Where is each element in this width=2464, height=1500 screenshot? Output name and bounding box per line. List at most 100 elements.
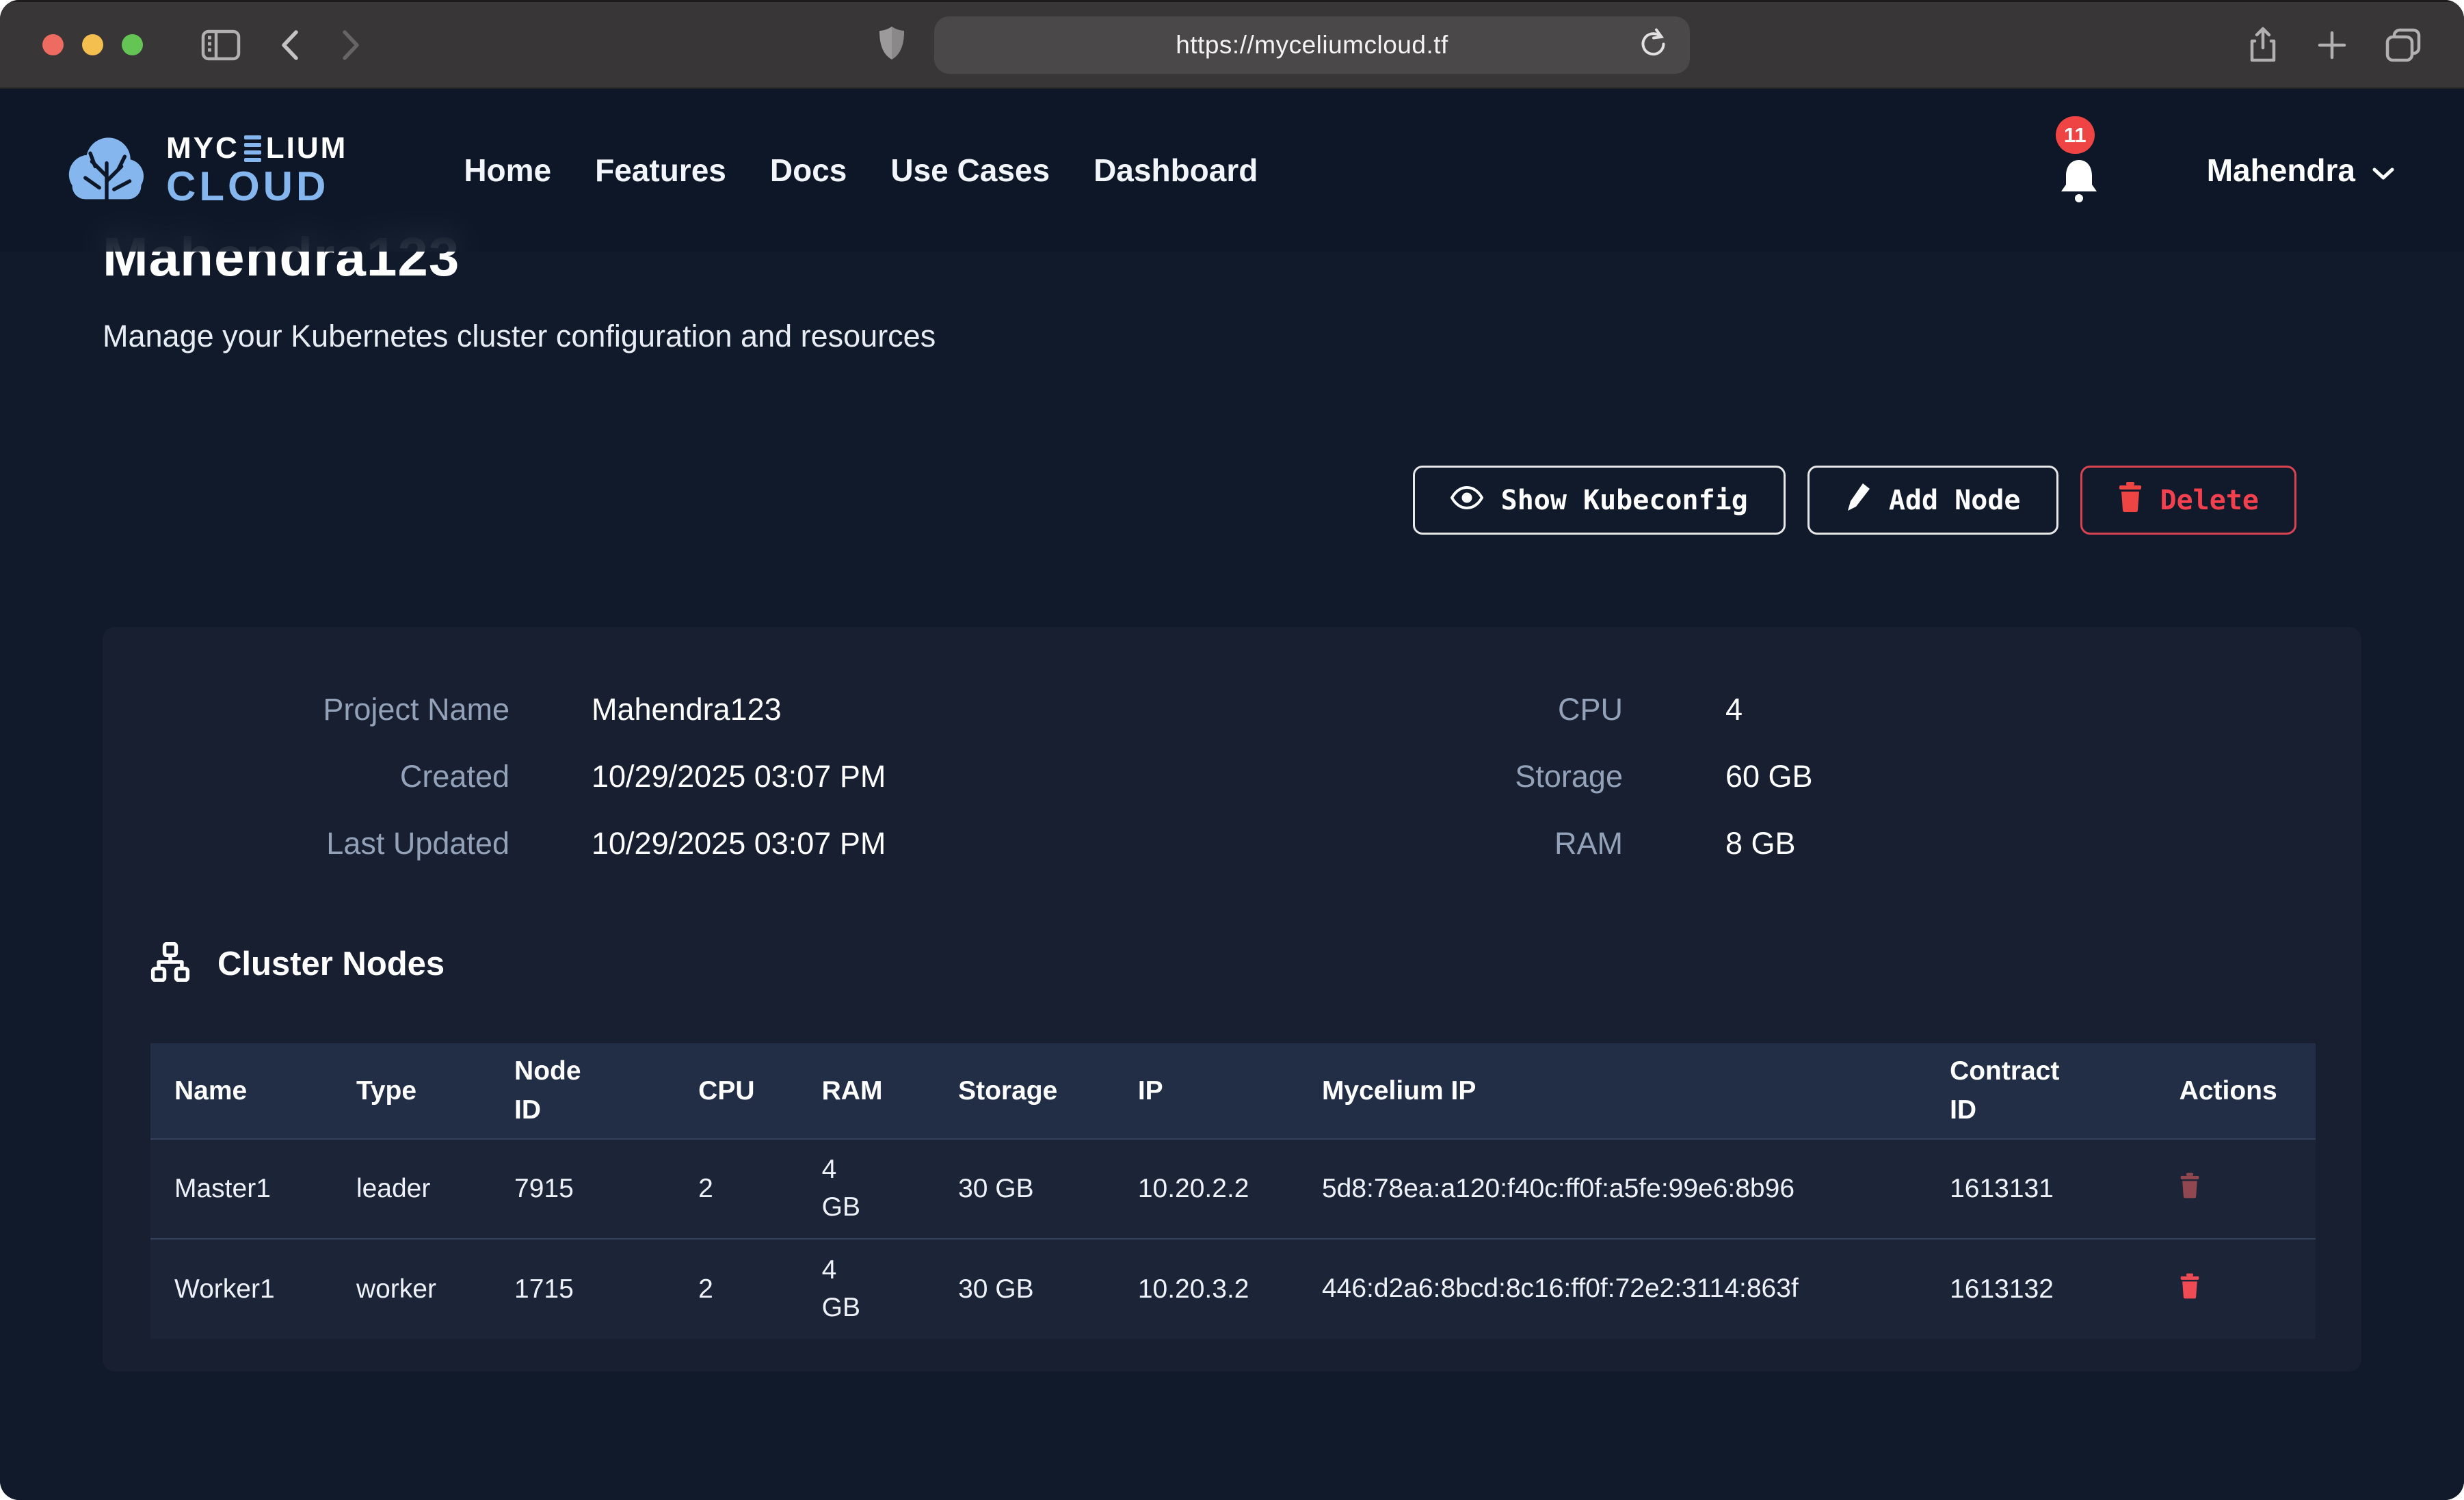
storage-value: 60 GB: [1725, 759, 1813, 794]
cluster-actions: Show Kubeconfig Add Node: [103, 466, 2296, 535]
node-storage: 30 GB: [934, 1239, 1114, 1339]
tab-overview-icon[interactable]: [2385, 27, 2422, 63]
table-row: Master1 leader 7915 2 4 GB 30 GB 10.20.2…: [150, 1139, 2316, 1239]
nav-link-use-cases[interactable]: Use Cases: [890, 152, 1050, 189]
minimize-window-button[interactable]: [82, 34, 103, 55]
delete-label: Delete: [2160, 485, 2260, 516]
info-row: Project Name Mahendra123: [150, 692, 1233, 727]
main-content: Mahendra123 Manage your Kubernetes clust…: [0, 89, 2464, 1371]
add-node-button[interactable]: Add Node: [1807, 466, 2058, 535]
col-storage: Storage: [934, 1043, 1114, 1139]
storage-label: Storage: [1233, 759, 1623, 794]
col-actions: Actions: [2156, 1043, 2316, 1139]
node-type: leader: [332, 1139, 490, 1239]
node-storage: 30 GB: [934, 1139, 1114, 1239]
stylized-e-icon: [244, 135, 261, 162]
ram-value: 8 GB: [1725, 826, 1796, 861]
nav-link-docs[interactable]: Docs: [770, 152, 847, 189]
col-type: Type: [332, 1043, 490, 1139]
node-contract-id: 1613131: [1926, 1139, 2156, 1239]
notifications-bell-icon[interactable]: 11: [2054, 146, 2104, 204]
show-kubeconfig-button[interactable]: Show Kubeconfig: [1413, 466, 1786, 535]
node-ram: 4 GB: [798, 1239, 934, 1339]
trash-icon: [2118, 482, 2143, 519]
col-mycelium-ip: Mycelium IP: [1298, 1043, 1926, 1139]
col-contract-id: Contract ID: [1926, 1043, 2156, 1139]
project-info: Project Name Mahendra123 Created 10/29/2…: [150, 692, 2316, 861]
brand-logo[interactable]: MYC LIUM CLOUD: [65, 132, 347, 209]
add-node-label: Add Node: [1889, 485, 2021, 516]
ram-label: RAM: [1233, 826, 1623, 861]
share-icon[interactable]: [2247, 26, 2279, 64]
project-name-label: Project Name: [150, 692, 509, 727]
info-row: Created 10/29/2025 03:07 PM: [150, 759, 1233, 794]
created-label: Created: [150, 759, 509, 794]
url-text: https://myceliumcloud.tf: [1176, 31, 1448, 59]
cluster-nodes-title: Cluster Nodes: [217, 945, 445, 983]
back-button[interactable]: [278, 28, 302, 62]
network-nodes-icon: [150, 942, 190, 985]
table-header-row: Name Type Node ID CPU RAM Storage IP Myc…: [150, 1043, 2316, 1139]
node-ram: 4 GB: [798, 1139, 934, 1239]
node-type: worker: [332, 1239, 490, 1339]
nav-link-home[interactable]: Home: [464, 152, 551, 189]
chevron-down-icon: [2372, 152, 2395, 189]
info-row: Last Updated 10/29/2025 03:07 PM: [150, 826, 1233, 861]
node-ip: 10.20.3.2: [1114, 1239, 1298, 1339]
cpu-label: CPU: [1233, 692, 1623, 727]
browser-window: https://myceliumcloud.tf: [0, 0, 2464, 1500]
node-ip: 10.20.2.2: [1114, 1139, 1298, 1239]
cluster-nodes-header: Cluster Nodes: [150, 942, 2316, 985]
node-contract-id: 1613132: [1926, 1239, 2156, 1339]
brand-wordmark: MYC LIUM CLOUD: [166, 133, 347, 207]
node-id: 7915: [490, 1139, 674, 1239]
nodes-table: Name Type Node ID CPU RAM Storage IP Myc…: [150, 1043, 2316, 1339]
delete-cluster-button[interactable]: Delete: [2080, 466, 2297, 535]
address-bar[interactable]: https://myceliumcloud.tf: [934, 16, 1690, 74]
table-row: Worker1 worker 1715 2 4 GB 30 GB 10.20.3…: [150, 1239, 2316, 1339]
nav-links: Home Features Docs Use Cases Dashboard: [464, 152, 1258, 189]
col-ram: RAM: [798, 1043, 934, 1139]
col-cpu: CPU: [674, 1043, 797, 1139]
privacy-shield-icon[interactable]: [878, 25, 905, 64]
col-node-id: Node ID: [490, 1043, 674, 1139]
nav-link-dashboard[interactable]: Dashboard: [1094, 152, 1258, 189]
zoom-window-button[interactable]: [122, 34, 143, 55]
eye-icon: [1450, 485, 1483, 516]
project-name-value: Mahendra123: [592, 692, 782, 727]
last-updated-value: 10/29/2025 03:07 PM: [592, 826, 886, 861]
cpu-value: 4: [1725, 692, 1743, 727]
info-row: CPU 4: [1233, 692, 2316, 727]
reload-icon[interactable]: [1634, 27, 1672, 63]
info-row: RAM 8 GB: [1233, 826, 2316, 861]
forward-button[interactable]: [339, 28, 362, 62]
page-viewport: Mahendra123 Manage your Kubernetes clust…: [0, 89, 2464, 1500]
node-name: Worker1: [150, 1239, 332, 1339]
close-window-button[interactable]: [42, 34, 64, 55]
notification-count-badge: 11: [2056, 116, 2095, 154]
user-name: Mahendra: [2207, 152, 2355, 189]
node-actions: [2156, 1139, 2316, 1239]
col-ip: IP: [1114, 1043, 1298, 1139]
sidebar-toggle-icon[interactable]: [201, 29, 241, 61]
node-actions: [2156, 1239, 2316, 1339]
info-row: Storage 60 GB: [1233, 759, 2316, 794]
delete-node-icon[interactable]: [2180, 1173, 2200, 1198]
last-updated-label: Last Updated: [150, 826, 509, 861]
user-menu[interactable]: Mahendra: [2203, 151, 2399, 189]
browser-chrome: https://myceliumcloud.tf: [0, 0, 2464, 89]
show-kubeconfig-label: Show Kubeconfig: [1501, 485, 1748, 516]
node-mycelium-ip: 5d8:78ea:a120:f40c:ff0f:a5fe:99e6:8b96: [1298, 1139, 1926, 1239]
col-name: Name: [150, 1043, 332, 1139]
new-tab-icon[interactable]: [2317, 30, 2347, 60]
node-name: Master1: [150, 1139, 332, 1239]
page-subtitle: Manage your Kubernetes cluster configura…: [103, 319, 2361, 354]
cluster-details-card: Project Name Mahendra123 Created 10/29/2…: [103, 627, 2361, 1371]
delete-node-icon[interactable]: [2180, 1273, 2200, 1299]
traffic-lights: [42, 34, 143, 55]
mycelium-tree-icon: [65, 132, 148, 209]
node-mycelium-ip: 446:d2a6:8bcd:8c16:ff0f:72e2:3114:863f: [1298, 1239, 1926, 1339]
node-cpu: 2: [674, 1139, 797, 1239]
site-navbar: MYC LIUM CLOUD Home Features Docs Use Ca…: [0, 89, 2464, 252]
nav-link-features[interactable]: Features: [595, 152, 726, 189]
